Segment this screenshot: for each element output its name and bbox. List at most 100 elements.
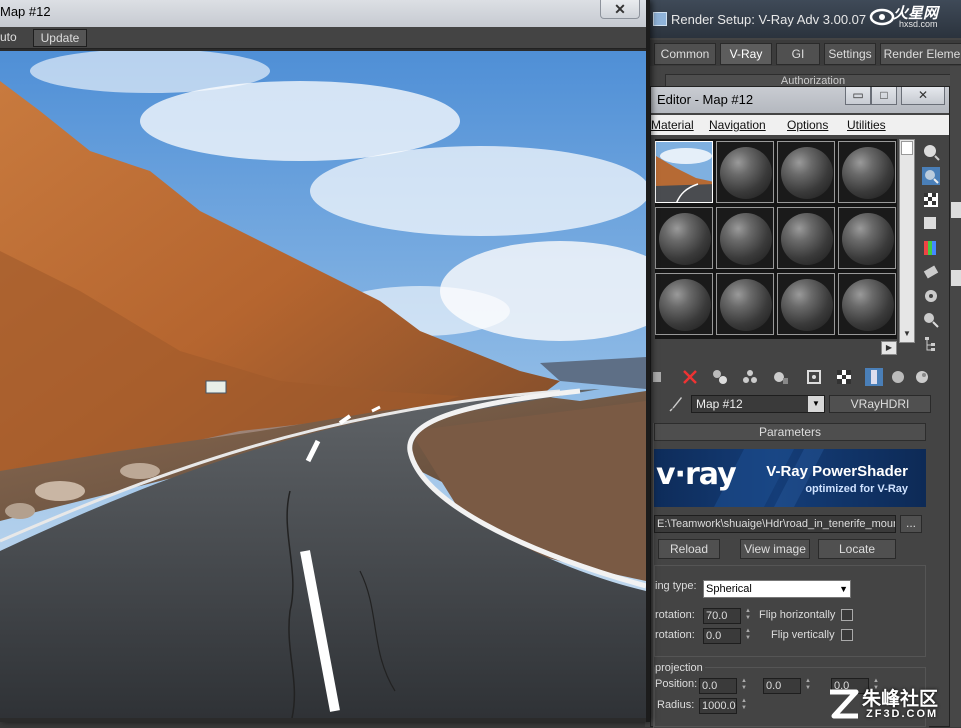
spinner-arrows-icon[interactable]: ▲ ▼	[739, 698, 749, 714]
horizontal-rotation-spinner[interactable]: 70.0	[703, 608, 741, 624]
video-color-check-icon[interactable]	[922, 239, 940, 257]
mapping-type-select[interactable]: Spherical ▼	[703, 580, 851, 598]
scroll-thumb[interactable]	[901, 141, 913, 155]
material-id-channel-icon[interactable]	[771, 368, 789, 386]
reload-button[interactable]: Reload	[658, 539, 720, 559]
sample-slot[interactable]	[777, 141, 835, 203]
options-icon[interactable]	[922, 287, 940, 305]
make-unique-icon[interactable]	[711, 368, 729, 386]
sample-slot[interactable]	[655, 273, 713, 335]
material-sphere	[720, 279, 772, 331]
backlight-icon[interactable]	[922, 167, 940, 185]
show-end-result-icon[interactable]	[835, 368, 853, 386]
sample-slot-hdri[interactable]	[655, 141, 713, 203]
render-setup-right-edge	[950, 66, 961, 727]
sample-slot[interactable]	[838, 273, 896, 335]
sample-slot[interactable]	[716, 207, 774, 269]
hdr-path-row: E:\Teamwork\shuaige\Hdr\road_in_tenerife…	[654, 513, 926, 535]
sample-slot[interactable]	[838, 141, 896, 203]
logo-subtext: hxsd.com	[899, 19, 938, 29]
menu-navigation[interactable]: Navigation	[709, 118, 766, 132]
chevron-down-icon[interactable]: ▼	[808, 396, 824, 412]
preview-title: Map #12	[0, 4, 51, 19]
material-sphere	[659, 213, 711, 265]
material-map-navigator-icon[interactable]	[922, 335, 940, 353]
render-setup-title: Render Setup: V-Ray Adv 3.00.07	[671, 12, 867, 27]
maximize-button[interactable]: □	[871, 87, 897, 105]
preview-titlebar[interactable]: Map #12 ✕	[0, 0, 646, 27]
close-button[interactable]: ✕	[901, 87, 945, 105]
menu-utilities[interactable]: Utilities	[847, 118, 886, 132]
position-x-spinner[interactable]: 0.0	[699, 678, 737, 694]
tab-vray[interactable]: V-Ray	[720, 43, 772, 65]
road-landscape-image	[0, 51, 646, 718]
update-button[interactable]: Update	[33, 29, 87, 47]
sample-slot[interactable]	[655, 207, 713, 269]
close-icon: ✕	[917, 88, 929, 102]
browse-button[interactable]: ...	[900, 515, 922, 533]
tab-common[interactable]: Common	[654, 43, 716, 65]
radius-spinner[interactable]: 1000.0	[699, 698, 737, 714]
map-preview-window: Map #12 ✕ uto Update	[0, 0, 650, 722]
radius-label: Radius:	[657, 699, 695, 711]
spinner-arrows-icon[interactable]: ▲ ▼	[743, 628, 753, 644]
tab-render-elements[interactable]: Render Eleme	[880, 43, 961, 65]
sample-type-sphere-icon[interactable]	[922, 143, 940, 161]
render-setup-titlebar[interactable]: Render Setup: V-Ray Adv 3.00.07 火星网 hxsd…	[645, 0, 961, 38]
slots-vertical-scrollbar[interactable]: ▼	[899, 139, 915, 343]
tab-settings[interactable]: Settings	[824, 43, 876, 65]
sample-slot[interactable]	[716, 141, 774, 203]
material-sphere	[781, 213, 833, 265]
spinner-arrows-icon[interactable]: ▲ ▼	[743, 608, 753, 624]
put-to-library-icon[interactable]	[741, 368, 759, 386]
spinner-arrows-icon[interactable]: ▲ ▼	[739, 678, 749, 694]
maximize-icon: □	[880, 88, 888, 102]
minimize-button[interactable]: ▭	[845, 87, 871, 105]
sample-slot[interactable]	[838, 207, 896, 269]
view-image-button[interactable]: View image	[740, 539, 810, 559]
pick-material-eyedropper-icon[interactable]	[669, 396, 683, 412]
flip-vertically-checkbox[interactable]	[841, 629, 853, 641]
sample-uv-tiling-icon[interactable]	[922, 215, 940, 233]
vray-banner: v·ray V-Ray PowerShader optimized for V-…	[654, 449, 926, 507]
material-editor-titlebar[interactable]: Editor - Map #12 ▭ □ ✕	[651, 87, 949, 113]
flip-horizontally-checkbox[interactable]	[841, 609, 853, 621]
go-to-parent-icon[interactable]	[865, 368, 883, 386]
sample-slot[interactable]	[716, 273, 774, 335]
minimize-icon: ▭	[852, 88, 864, 102]
go-forward-to-sibling-icon[interactable]	[889, 368, 907, 386]
map-type-button[interactable]: VRayHDRI	[829, 395, 931, 413]
map-name-row: Map #12 ▼ VRayHDRI	[651, 393, 949, 415]
map-name-text: Map #12	[696, 397, 743, 411]
auto-button[interactable]: uto	[0, 30, 17, 44]
sample-slot[interactable]	[777, 273, 835, 335]
get-material-icon[interactable]	[913, 368, 931, 386]
vertical-rotation-spinner[interactable]: 0.0	[703, 628, 741, 644]
select-by-material-icon[interactable]	[922, 311, 940, 329]
watermark-z-icon	[830, 689, 859, 719]
menu-options[interactable]: Options	[787, 118, 828, 132]
parameters-header[interactable]: Parameters	[654, 423, 926, 441]
flip-vertically-label: Flip vertically	[771, 629, 835, 641]
scroll-right-icon[interactable]: ▶	[881, 341, 897, 355]
reset-map-icon[interactable]	[681, 368, 699, 386]
background-checker-icon[interactable]	[922, 191, 940, 209]
menu-material[interactable]: Material	[651, 118, 694, 132]
locate-button[interactable]: Locate	[818, 539, 896, 559]
show-shaded-material-icon[interactable]	[805, 368, 823, 386]
tab-gi[interactable]: GI	[776, 43, 820, 65]
make-preview-icon[interactable]	[922, 263, 940, 281]
position-y-spinner[interactable]: 0.0	[763, 678, 801, 694]
close-button[interactable]: ✕	[600, 0, 640, 19]
map-name-field[interactable]: Map #12 ▼	[691, 395, 825, 413]
spinner-arrows-icon[interactable]: ▲ ▼	[803, 678, 813, 694]
chevron-down-icon[interactable]: ▼	[839, 581, 848, 597]
sample-slot[interactable]	[777, 207, 835, 269]
scroll-down-icon[interactable]: ▼	[901, 329, 913, 341]
put-to-scene-icon[interactable]	[651, 368, 669, 386]
material-sphere	[659, 279, 711, 331]
hdr-file-path-field[interactable]: E:\Teamwork\shuaige\Hdr\road_in_tenerife…	[654, 515, 896, 533]
banner-subtitle: optimized for V-Ray	[805, 483, 908, 495]
horizontal-rotation-label: rotation:	[655, 609, 695, 621]
vray-logo: v·ray	[656, 457, 737, 492]
